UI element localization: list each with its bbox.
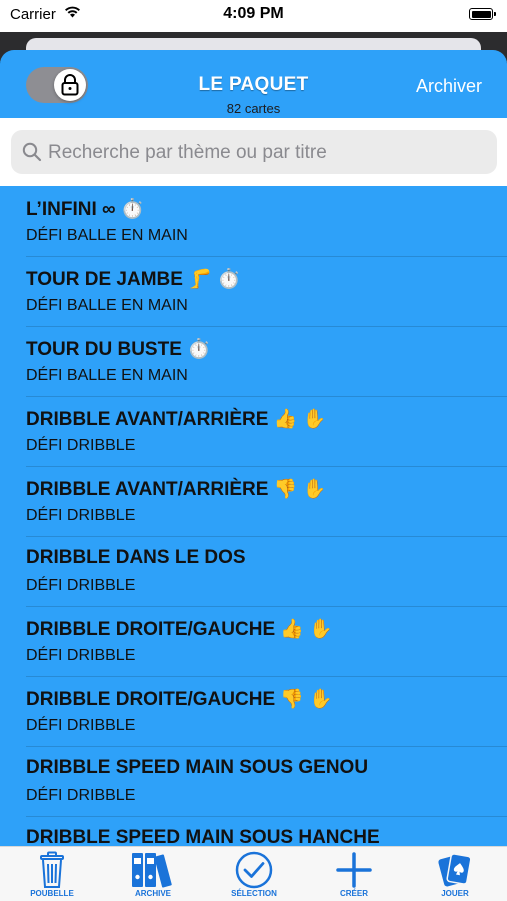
card-title: L’INFINI ∞ (26, 199, 116, 220)
create-tab-label: CRÉER (339, 889, 368, 898)
card-title: DRIBBLE AVANT/ARRIÈRE (26, 479, 269, 500)
thumbs-down-hand-icon: 👎 ✋ (280, 689, 333, 710)
card-title: TOUR DE JAMBE (26, 269, 183, 290)
binders-icon (132, 853, 172, 888)
card-category: DÉFI BALLE EN MAIN (26, 367, 188, 384)
list-item[interactable]: DRIBBLE DROITE/GAUCHE 👎 ✋ DÉFI DRIBBLE (0, 677, 507, 747)
card-category: DÉFI DRIBBLE (26, 437, 136, 454)
trash-icon (40, 851, 64, 888)
trash-tab-label: POUBELLE (30, 889, 74, 898)
card-category: DÉFI DRIBBLE (26, 507, 136, 524)
thumbs-down-hand-icon: 👎 ✋ (273, 479, 327, 500)
list-item[interactable]: DRIBBLE DANS LE DOS DÉFI DRIBBLE (0, 537, 507, 607)
search-bar-container: Recherche par thème ou par titre (0, 118, 507, 186)
card-category: DÉFI DRIBBLE (26, 647, 136, 664)
clock: 4:09 PM (223, 5, 284, 22)
card-category: DÉFI DRIBBLE (26, 787, 136, 804)
card-title: DRIBBLE DROITE/GAUCHE (26, 619, 276, 640)
card-title: DRIBBLE DROITE/GAUCHE (26, 689, 276, 710)
stopwatch-icon: ⏱️ (187, 339, 211, 360)
card-title: DRIBBLE AVANT/ARRIÈRE (26, 409, 269, 430)
search-input[interactable]: Recherche par thème ou par titre (11, 130, 497, 174)
thumbs-up-hand-icon: 👍 ✋ (273, 409, 327, 430)
play-tab-label: JOUER (441, 889, 469, 898)
deck-sheet: LE PAQUET 82 cartes Archiver Recherche p… (0, 50, 507, 900)
thumbs-up-hand-icon: 👍 ✋ (280, 619, 333, 640)
plus-icon (336, 852, 372, 888)
bottom-toolbar: POUBELLE ARCHIVE SÉLECTION CRÉER JOUER (0, 846, 507, 901)
archive-button[interactable]: Archiver (416, 76, 482, 97)
card-title: DRIBBLE SPEED MAIN SOUS GENOU (26, 757, 369, 778)
list-item[interactable]: DRIBBLE DROITE/GAUCHE 👍 ✋ DÉFI DRIBBLE (0, 607, 507, 677)
card-category: DÉFI DRIBBLE (26, 717, 136, 734)
card-title: TOUR DU BUSTE (26, 339, 182, 360)
stopwatch-icon: ⏱️ (120, 199, 145, 220)
list-item[interactable]: DRIBBLE AVANT/ARRIÈRE 👎 ✋ DÉFI DRIBBLE (0, 467, 507, 537)
card-count: 82 cartes (226, 101, 281, 116)
create-tab[interactable]: CRÉER (319, 847, 389, 901)
card-category: DÉFI BALLE EN MAIN (26, 227, 188, 244)
card-category: DÉFI BALLE EN MAIN (26, 297, 188, 314)
card-category: DÉFI DRIBBLE (26, 577, 136, 594)
status-bar: Carrier 4:09 PM (0, 0, 507, 32)
card-list: L’INFINI ∞ ⏱️ DÉFI BALLE EN MAIN TOUR DE… (0, 187, 507, 887)
card-title: DRIBBLE DANS LE DOS (26, 547, 246, 568)
playing-cards-icon (438, 853, 472, 887)
selection-tab-label: SÉLECTION (231, 889, 277, 898)
card-title: DRIBBLE SPEED MAIN SOUS HANCHE (26, 827, 380, 848)
battery-icon (469, 8, 496, 20)
play-tab[interactable]: JOUER (420, 847, 490, 901)
archive-tab[interactable]: ARCHIVE (118, 847, 188, 901)
search-placeholder: Recherche par thème ou par titre (48, 142, 327, 163)
search-icon (22, 142, 42, 162)
list-item[interactable]: TOUR DE JAMBE 🦵 ⏱️ DÉFI BALLE EN MAIN (0, 257, 507, 327)
leg-stopwatch-icon: 🦵 ⏱️ (188, 269, 241, 290)
selection-tab[interactable]: SÉLECTION (219, 847, 289, 901)
list-item[interactable]: TOUR DU BUSTE ⏱️ DÉFI BALLE EN MAIN (0, 327, 507, 397)
list-item[interactable]: DRIBBLE SPEED MAIN SOUS GENOU DÉFI DRIBB… (0, 747, 507, 817)
trash-tab[interactable]: POUBELLE (17, 847, 87, 901)
archive-tab-label: ARCHIVE (134, 889, 171, 898)
list-item[interactable]: L’INFINI ∞ ⏱️ DÉFI BALLE EN MAIN (0, 187, 507, 257)
list-item[interactable]: DRIBBLE AVANT/ARRIÈRE 👍 ✋ DÉFI DRIBBLE (0, 397, 507, 467)
checkmark-circle-icon (235, 851, 273, 889)
